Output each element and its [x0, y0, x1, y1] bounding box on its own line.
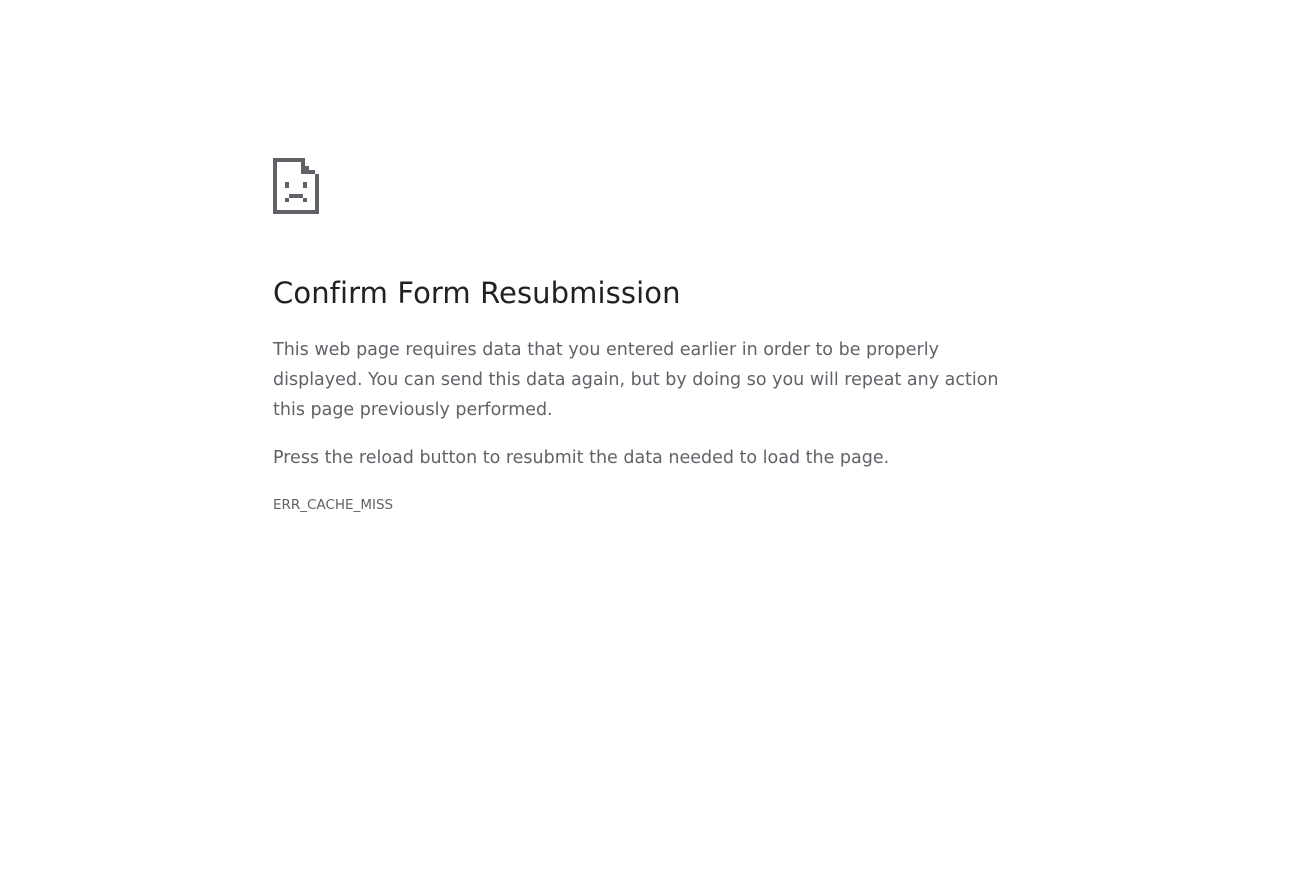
error-description: This web page requires data that you ent…	[273, 340, 999, 420]
page-title: Confirm Form Resubmission	[273, 276, 681, 310]
sad-page-icon	[273, 158, 319, 214]
error-content: Confirm Form Resubmission This web page …	[273, 158, 1033, 515]
reload-hint: Press the reload button to resubmit the …	[273, 448, 890, 468]
error-page: Confirm Form Resubmission This web page …	[0, 0, 1295, 880]
error-code: ERR_CACHE_MISS	[273, 497, 394, 513]
